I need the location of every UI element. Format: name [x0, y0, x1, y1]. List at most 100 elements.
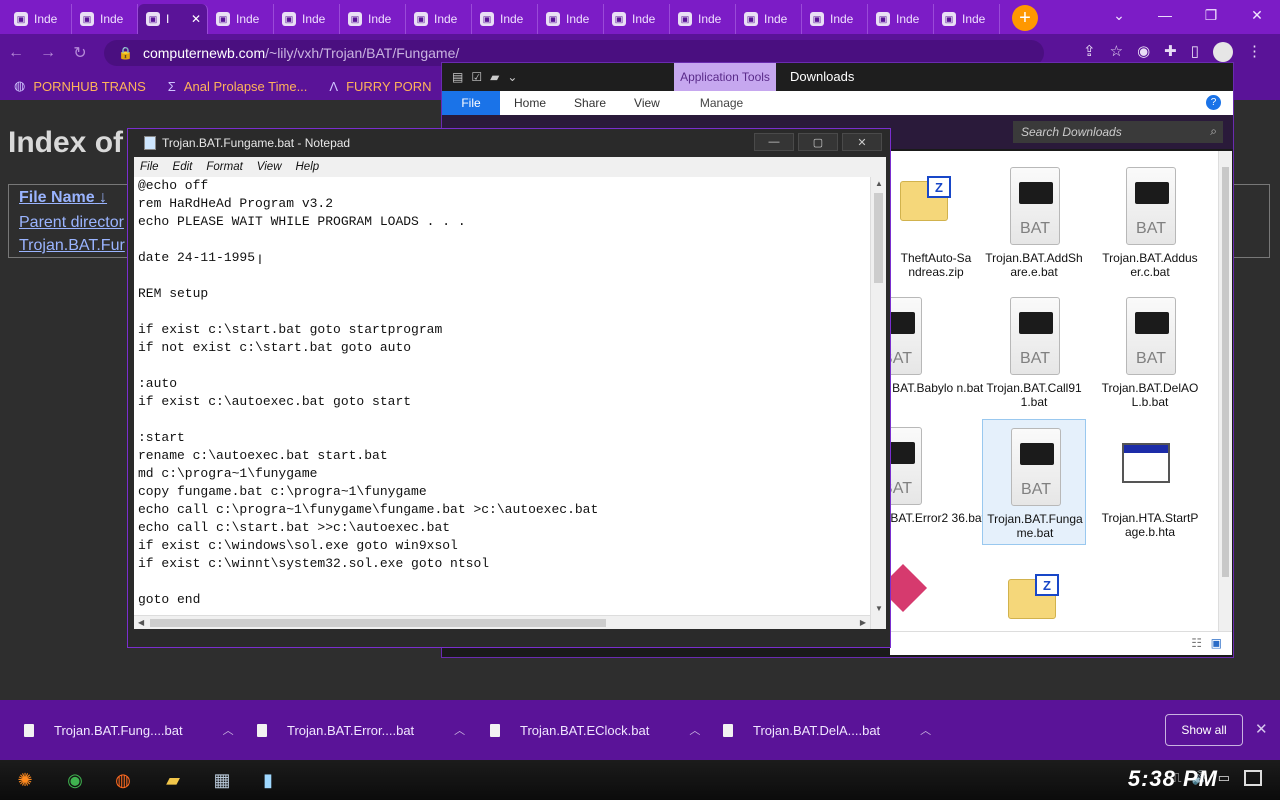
browser-tab[interactable]: ▣ Inde [604, 4, 670, 34]
file-icon [490, 723, 500, 737]
bookmark-item[interactable]: Λ FURRY PORN [329, 79, 431, 94]
download-item[interactable]: Trojan.BAT.Error....bat ︿ [257, 720, 465, 740]
browser-tab[interactable]: ▣ Inde [208, 4, 274, 34]
forward-arrow-icon[interactable]: → [32, 44, 64, 62]
dropdown-icon[interactable]: ⌄ [507, 70, 517, 84]
minimize-icon[interactable]: — [1142, 0, 1188, 30]
share-icon[interactable]: ⇪ [1083, 42, 1096, 62]
properties-icon[interactable]: ▤ [452, 70, 463, 84]
file-item[interactable]: BAT Trojan.BAT.DelAO L.b.bat [1098, 289, 1202, 415]
browser-tab[interactable]: ▣ Inde [340, 4, 406, 34]
file-item[interactable]: BAT .BAT.Error2 36.bat [872, 419, 988, 545]
editor-horizontal-scrollbar[interactable]: ◀ ▶ [134, 615, 870, 629]
new-tab-button[interactable]: + [1012, 5, 1038, 31]
large-icons-view-icon[interactable]: ▣ [1211, 636, 1222, 650]
scroll-left-icon[interactable]: ◀ [138, 618, 144, 627]
notepad-icon[interactable]: ▮ [253, 766, 283, 794]
notification-center-icon[interactable] [1244, 770, 1262, 786]
close-tab-icon[interactable]: ✕ [191, 12, 201, 26]
back-arrow-icon[interactable]: ← [0, 44, 32, 62]
bookmark-item[interactable]: Σ Anal Prolapse Time... [168, 79, 308, 94]
file-explorer-icon[interactable]: ▰ [158, 766, 188, 794]
application-tools-tab[interactable]: Application Tools [674, 63, 776, 91]
browser-tab[interactable]: ▣ Inde [406, 4, 472, 34]
batch-file-text[interactable]: @echo off rem HaRdHeAd Program v3.2 echo… [138, 177, 598, 609]
browser-tab[interactable]: ▣ Inde [802, 4, 868, 34]
scroll-up-icon[interactable]: ▲ [875, 179, 883, 188]
checkmark-icon[interactable]: ☑ [471, 70, 482, 84]
editor-vertical-scrollbar[interactable]: ▲ ▼ [870, 177, 886, 629]
show-all-button[interactable]: Show all [1165, 714, 1243, 746]
table-row-link[interactable]: Trojan.BAT.Fur [19, 237, 125, 255]
bookmark-item[interactable]: ◍ PORNHUB TRANS [14, 78, 146, 94]
puzzle-icon[interactable]: ✚ [1164, 42, 1177, 62]
bookmark-star-icon[interactable]: ☆ [1110, 42, 1123, 62]
folder-icon[interactable]: ▰ [490, 70, 499, 84]
close-icon[interactable]: ✕ [1234, 0, 1280, 30]
file-item[interactable]: BAT Trojan.BAT.Call91 1.bat [982, 289, 1086, 415]
download-item[interactable]: Trojan.BAT.Fung....bat ︿ [24, 720, 234, 740]
menu-edit[interactable]: Edit [173, 161, 193, 173]
help-icon[interactable]: ? [1206, 95, 1221, 110]
table-row-link[interactable]: Parent director [19, 214, 124, 232]
start-icon[interactable]: ✺ [10, 766, 40, 794]
scroll-down-icon[interactable]: ▼ [875, 604, 883, 613]
ribbon-tab-view[interactable]: View [620, 96, 674, 110]
menu-view[interactable]: View [257, 161, 282, 173]
browser-tab[interactable]: ▣ Inde [736, 4, 802, 34]
ribbon-tab-manage[interactable]: Manage [686, 96, 757, 110]
browser-tab[interactable]: ▣ Inde [472, 4, 538, 34]
close-button[interactable]: ✕ [842, 133, 882, 151]
menu-format[interactable]: Format [206, 161, 242, 173]
column-header-file-name[interactable]: File Name ↓ [19, 189, 107, 207]
browser-tab-active[interactable]: ▣ I ✕ [138, 4, 208, 34]
browser-tab[interactable]: ▣ Inde [6, 4, 72, 34]
browser-tab[interactable]: ▣ Inde [670, 4, 736, 34]
profile-avatar[interactable] [1213, 42, 1233, 62]
file-item[interactable]: BAT Trojan.BAT.Addus er.c.bat [1098, 159, 1202, 285]
reload-icon[interactable]: ↻ [64, 43, 96, 63]
scroll-right-icon[interactable]: ▶ [860, 618, 866, 627]
taskbar-clock[interactable]: 5:38 PM [1128, 766, 1218, 792]
control-panel-icon[interactable]: ▦ [207, 766, 237, 794]
extension-avatar-icon[interactable]: ◉ [1137, 42, 1150, 62]
chevron-up-icon[interactable]: ︿ [689, 722, 700, 738]
chevron-up-icon[interactable]: ︿ [454, 722, 465, 738]
kebab-menu-icon[interactable]: ⋮ [1247, 42, 1262, 62]
file-list-scrollbar[interactable] [1218, 151, 1232, 631]
ribbon-tab-share[interactable]: Share [560, 96, 620, 110]
file-item[interactable]: Z TheftAuto-Sa ndreas.zip [884, 159, 988, 285]
browser-tab[interactable]: ▣ Inde [274, 4, 340, 34]
restore-icon[interactable]: ❐ [1188, 0, 1234, 30]
details-view-icon[interactable]: ☷ [1191, 636, 1202, 650]
file-item[interactable] [878, 549, 988, 631]
explorer-window-title: Downloads [790, 69, 855, 84]
keyboard-icon[interactable]: ▭ [1218, 770, 1230, 786]
file-item[interactable]: BAT Trojan.BAT.AddSh are.e.bat [982, 159, 1086, 285]
browser-tab[interactable]: ▣ Inde [868, 4, 934, 34]
menu-help[interactable]: Help [296, 161, 320, 173]
chevron-up-icon[interactable]: ︿ [223, 722, 234, 738]
firefox-icon[interactable]: ◍ [108, 766, 138, 794]
chevron-up-icon[interactable]: ︿ [920, 722, 931, 738]
ribbon-tab-home[interactable]: Home [500, 96, 560, 110]
file-item[interactable]: Z [982, 549, 1086, 631]
ribbon-tab-file[interactable]: File [442, 91, 500, 115]
search-downloads-input[interactable]: Search Downloads ⌕ [1013, 121, 1223, 143]
download-item[interactable]: Trojan.BAT.EClock.bat ︿ [490, 720, 700, 740]
file-item[interactable]: BAT .BAT.Babylo n.bat [872, 289, 988, 415]
menu-file[interactable]: File [140, 161, 159, 173]
browser-tab[interactable]: ▣ Inde [934, 4, 1000, 34]
file-item-selected[interactable]: BAT Trojan.BAT.Funga me.bat [982, 419, 1086, 545]
browser-tab[interactable]: ▣ Inde [538, 4, 604, 34]
download-item[interactable]: Trojan.BAT.DelA....bat ︿ [723, 720, 931, 740]
file-item[interactable]: Trojan.HTA.StartP age.b.hta [1098, 419, 1202, 545]
text-editor-area[interactable]: @echo off rem HaRdHeAd Program v3.2 echo… [134, 177, 886, 629]
close-downloads-bar-icon[interactable]: ✕ [1255, 720, 1268, 738]
chrome-icon[interactable]: ◉ [60, 766, 90, 794]
minimize-button[interactable]: — [754, 133, 794, 151]
browser-tab[interactable]: ▣ Inde [72, 4, 138, 34]
maximize-button[interactable]: ▢ [798, 133, 838, 151]
side-panel-icon[interactable]: ▯ [1191, 42, 1199, 62]
chevron-down-icon[interactable]: ⌄ [1096, 0, 1142, 30]
